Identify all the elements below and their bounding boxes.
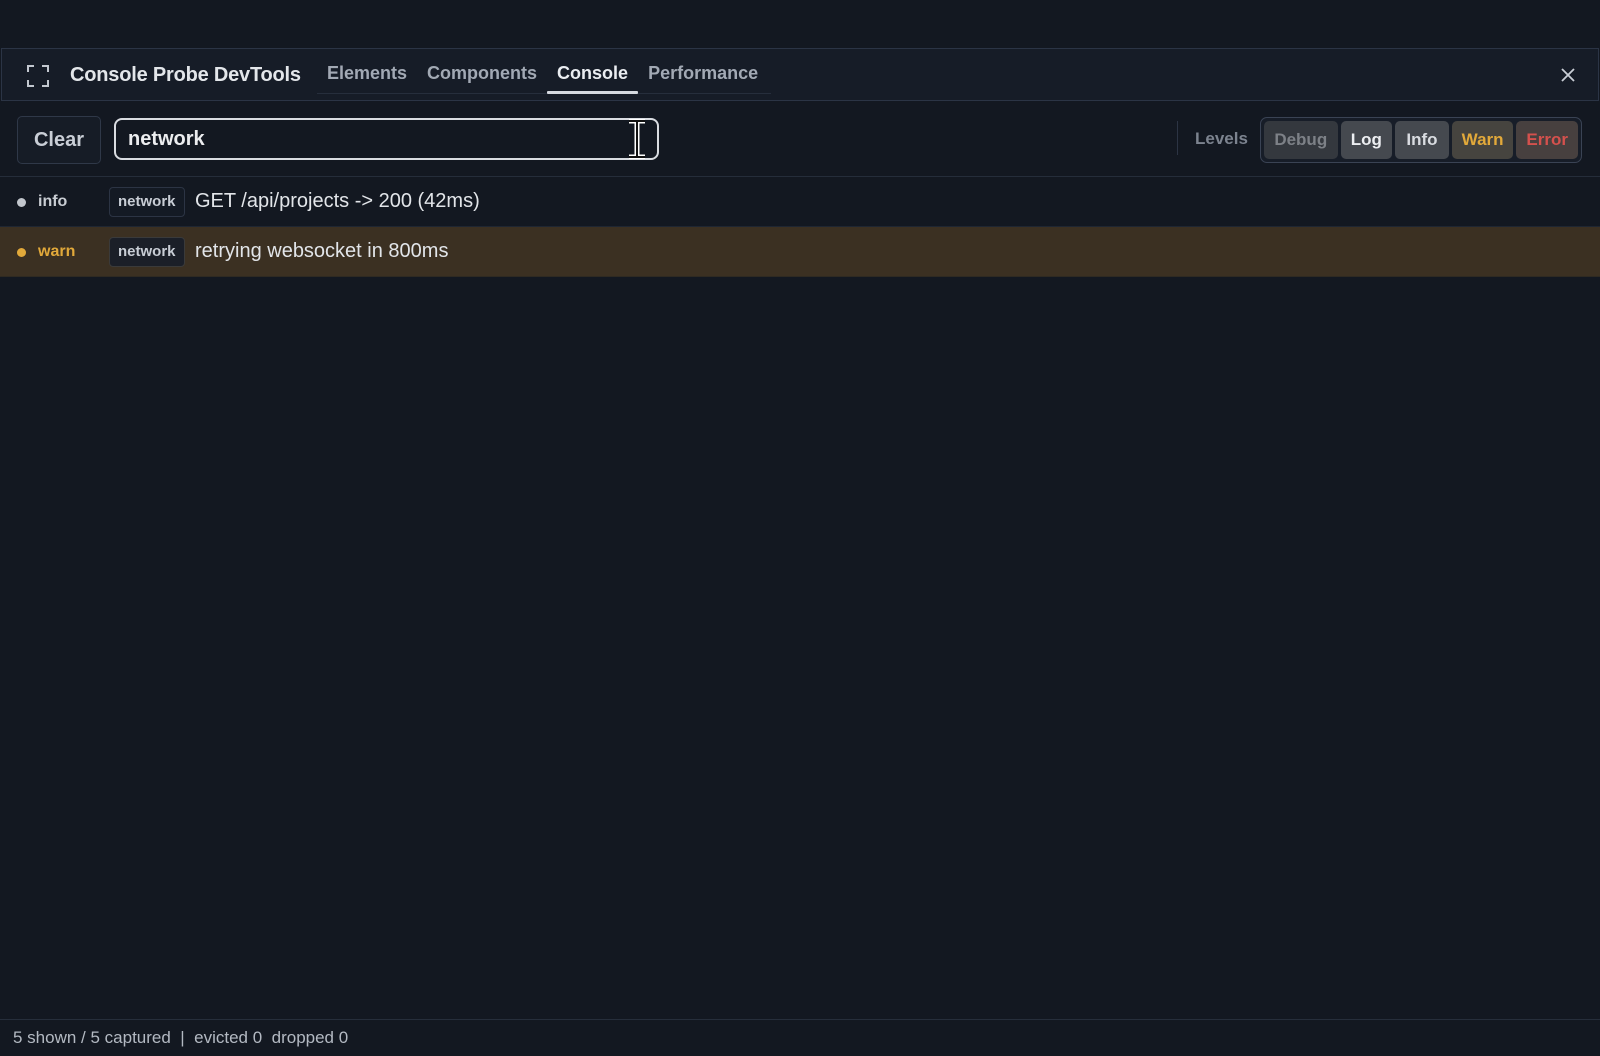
log-list: info network GET /api/projects -> 200 (4… <box>0 177 1600 277</box>
log-message: GET /api/projects -> 200 (42ms) <box>195 190 480 212</box>
level-info-button[interactable]: Info <box>1395 121 1449 159</box>
console-toolbar: Clear Levels Debug Log Info Warn Error <box>0 101 1600 177</box>
log-message: retrying websocket in 800ms <box>195 240 449 262</box>
level-dot-icon <box>17 198 26 207</box>
log-level: warn <box>38 243 76 260</box>
toolbar-divider <box>1177 121 1178 155</box>
tab-bar: Elements Components Console Performance <box>317 49 771 94</box>
app-title: Console Probe DevTools <box>70 64 301 86</box>
tab-elements[interactable]: Elements <box>317 49 417 93</box>
level-error-button[interactable]: Error <box>1516 121 1578 159</box>
levels-label: Levels <box>1195 129 1248 148</box>
status-bar: 5 shown / 5 captured | evicted 0 dropped… <box>0 1019 1600 1056</box>
tab-console[interactable]: Console <box>547 49 639 94</box>
tab-performance[interactable]: Performance <box>638 49 768 93</box>
level-dot-icon <box>17 248 26 257</box>
tab-components[interactable]: Components <box>417 49 547 93</box>
log-tag: network <box>109 237 185 267</box>
log-row[interactable]: info network GET /api/projects -> 200 (4… <box>0 177 1600 227</box>
level-debug-button[interactable]: Debug <box>1264 121 1338 159</box>
log-level: info <box>38 193 68 210</box>
level-warn-button[interactable]: Warn <box>1451 121 1514 159</box>
levels-toggle-group: Debug Log Info Warn Error <box>1260 117 1582 163</box>
window-top-strip <box>0 0 1600 48</box>
filter-input[interactable] <box>114 118 659 160</box>
log-tag: network <box>109 187 185 217</box>
text-cursor-icon <box>629 119 645 159</box>
log-row[interactable]: warn network retrying websocket in 800ms <box>0 227 1600 277</box>
level-log-button[interactable]: Log <box>1340 121 1393 159</box>
expand-icon[interactable] <box>27 65 49 87</box>
devtools-header: Console Probe DevTools Elements Componen… <box>1 48 1599 101</box>
clear-button[interactable]: Clear <box>17 116 101 164</box>
close-icon[interactable] <box>1560 67 1576 83</box>
